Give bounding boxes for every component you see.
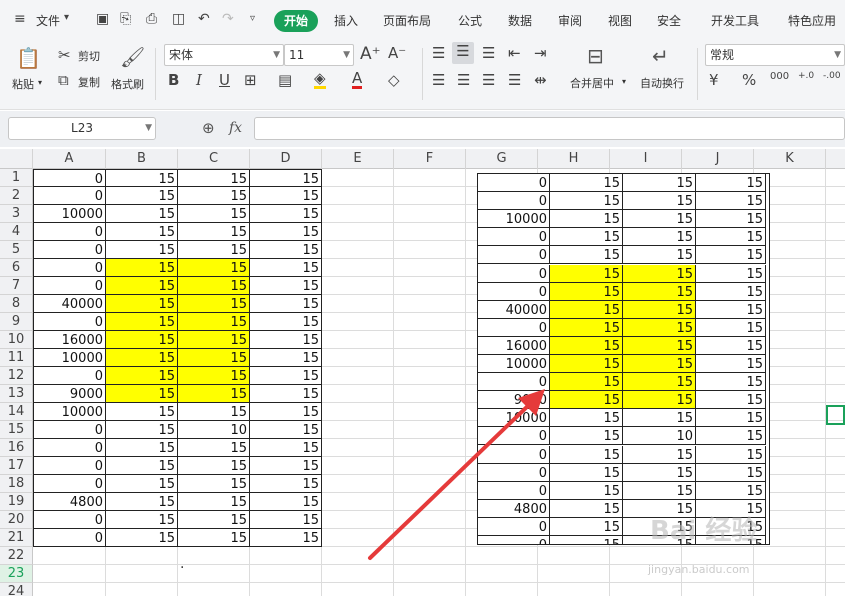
selected-cell-L23[interactable]	[826, 405, 845, 425]
baidu-watermark-url: jingyan.baidu.com	[648, 563, 750, 576]
arrow-shaft	[368, 400, 534, 560]
arrow-annotation	[368, 389, 545, 560]
baidu-watermark-logo: Bai 经验	[650, 516, 758, 546]
